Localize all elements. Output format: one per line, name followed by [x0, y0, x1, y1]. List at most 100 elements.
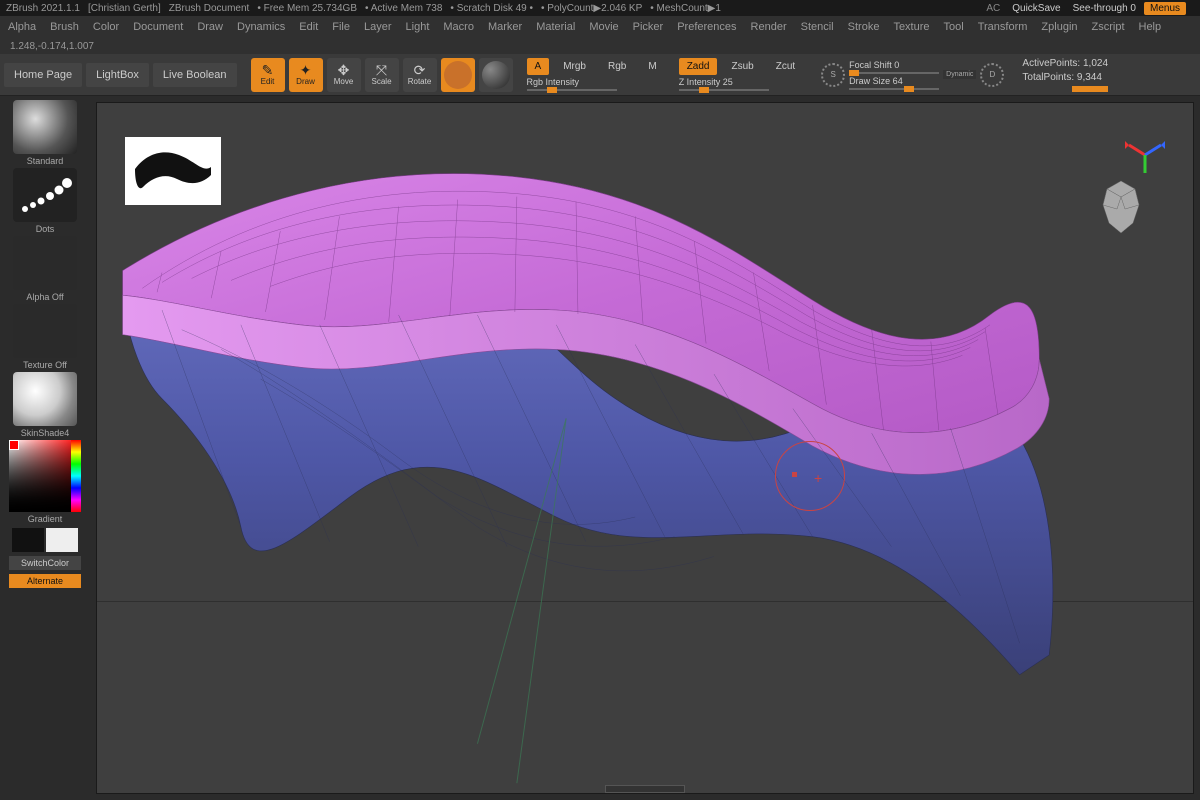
- doc-name: ZBrush Document: [169, 3, 250, 14]
- menu-file[interactable]: File: [332, 21, 350, 33]
- free-mem: • Free Mem 25.734GB: [257, 3, 357, 14]
- material-thumb-icon: [13, 372, 77, 426]
- zsub-button[interactable]: Zsub: [723, 58, 761, 75]
- reference-thumbnail[interactable]: [125, 137, 221, 205]
- app-name: ZBrush 2021.1.1: [6, 3, 80, 14]
- coordinate-readout: 1.248,-0.174,1.007: [0, 38, 1200, 54]
- menu-light[interactable]: Light: [406, 21, 430, 33]
- stats-bar-icon: [1072, 86, 1108, 92]
- menu-document[interactable]: Document: [133, 21, 183, 33]
- tab-home[interactable]: Home Page: [4, 63, 82, 87]
- brush-size-widget-s[interactable]: S: [821, 63, 845, 87]
- draw-mode-button[interactable]: ✦Draw: [289, 58, 323, 92]
- scratch-disk: • Scratch Disk 49 •: [450, 3, 533, 14]
- texture-slot[interactable]: Texture Off: [9, 304, 81, 370]
- rgb-intensity-slider[interactable]: Rgb Intensity: [527, 77, 665, 91]
- menu-dynamics[interactable]: Dynamics: [237, 21, 285, 33]
- seethrough-slider[interactable]: See-through 0: [1073, 3, 1136, 14]
- point-stats: ActivePoints: 1,024 TotalPoints: 9,344: [1022, 58, 1108, 92]
- total-points: TotalPoints: 9,344: [1022, 72, 1108, 83]
- alternate-button[interactable]: Alternate: [9, 574, 81, 588]
- stroke-slot[interactable]: Dots: [9, 168, 81, 234]
- menu-marker[interactable]: Marker: [488, 21, 522, 33]
- menu-edit[interactable]: Edit: [299, 21, 318, 33]
- alpha-slot[interactable]: Alpha Off: [9, 236, 81, 302]
- alpha-thumb-icon: [13, 236, 77, 290]
- menu-color[interactable]: Color: [93, 21, 119, 33]
- zadd-button[interactable]: Zadd: [679, 58, 718, 75]
- camera-head-gizmo-icon[interactable]: [1095, 179, 1147, 237]
- menu-zscript[interactable]: Zscript: [1092, 21, 1125, 33]
- stroke-thumb-icon: [13, 168, 77, 222]
- zcut-button[interactable]: Zcut: [768, 58, 803, 75]
- top-toolbar: Home Page LightBox Live Boolean ✎Edit ✦D…: [0, 54, 1200, 96]
- active-points: ActivePoints: 1,024: [1022, 58, 1108, 69]
- rotate-mode-button[interactable]: ⟳Rotate: [403, 58, 437, 92]
- dynamic-toggle[interactable]: Dynamic: [943, 70, 976, 79]
- material-slot[interactable]: SkinShade4: [9, 372, 81, 438]
- menu-material[interactable]: Material: [536, 21, 575, 33]
- color-picker-icon[interactable]: [9, 440, 81, 512]
- texture-thumb-icon: [13, 304, 77, 358]
- brush-size-widget-d[interactable]: D: [980, 63, 1004, 87]
- color-picker[interactable]: Gradient: [9, 440, 81, 524]
- color-swatches[interactable]: [12, 528, 78, 552]
- circle-icon: [444, 61, 472, 89]
- menu-transform[interactable]: Transform: [978, 21, 1028, 33]
- swatch-secondary[interactable]: [12, 528, 44, 552]
- viewport[interactable]: [96, 102, 1194, 794]
- mesh-object[interactable]: [97, 103, 1193, 793]
- mrgb-button[interactable]: Mrgb: [555, 58, 594, 75]
- axis-gizmo-icon[interactable]: [1125, 135, 1165, 175]
- switch-color-button[interactable]: SwitchColor: [9, 556, 81, 570]
- sphere-icon: [482, 61, 510, 89]
- menu-zplugin[interactable]: Zplugin: [1041, 21, 1077, 33]
- swatch-primary[interactable]: [46, 528, 78, 552]
- menu-movie[interactable]: Movie: [589, 21, 618, 33]
- user-name: [Christian Gerth]: [88, 3, 161, 14]
- menu-preferences[interactable]: Preferences: [677, 21, 736, 33]
- menu-stroke[interactable]: Stroke: [848, 21, 880, 33]
- menu-alpha[interactable]: Alpha: [8, 21, 36, 33]
- menu-layer[interactable]: Layer: [364, 21, 392, 33]
- scale-mode-button[interactable]: ⤧Scale: [365, 58, 399, 92]
- timeline-scrubber[interactable]: [605, 785, 685, 793]
- left-sidebar: Standard Dots Alpha Off Texture Off Skin…: [0, 96, 90, 800]
- menu-bar: Alpha Brush Color Document Draw Dynamics…: [0, 16, 1200, 38]
- a-button[interactable]: A: [527, 58, 550, 75]
- menu-render[interactable]: Render: [751, 21, 787, 33]
- rgb-button[interactable]: Rgb: [600, 58, 634, 75]
- tab-liveboolean[interactable]: Live Boolean: [153, 63, 237, 87]
- z-intensity-slider[interactable]: Z Intensity 25: [679, 77, 803, 91]
- move-icon: ✥: [338, 63, 350, 77]
- active-mem: • Active Mem 738: [365, 3, 442, 14]
- gizmo-button[interactable]: [441, 58, 475, 92]
- pencil-icon: ✎: [262, 63, 274, 77]
- draw-icon: ✦: [300, 63, 312, 77]
- menu-brush[interactable]: Brush: [50, 21, 79, 33]
- focal-shift-slider[interactable]: Focal Shift 0: [849, 60, 939, 74]
- menus-button[interactable]: Menus: [1144, 2, 1186, 15]
- brush-slot[interactable]: Standard: [9, 100, 81, 166]
- m-button[interactable]: M: [640, 58, 664, 75]
- mesh-count: • MeshCount▶1: [650, 3, 721, 14]
- title-bar: ZBrush 2021.1.1 [Christian Gerth] ZBrush…: [0, 0, 1200, 16]
- brush-thumb-icon: [13, 100, 77, 154]
- draw-size-slider[interactable]: Draw Size 64: [849, 76, 939, 90]
- rotate-icon: ⟳: [414, 63, 426, 77]
- scale-icon: ⤧: [376, 63, 387, 77]
- ac-label: AC: [986, 3, 1000, 14]
- menu-picker[interactable]: Picker: [633, 21, 664, 33]
- poly-count: • PolyCount▶2.046 KP: [541, 3, 642, 14]
- sculptris-button[interactable]: [479, 58, 513, 92]
- menu-help[interactable]: Help: [1139, 21, 1162, 33]
- edit-mode-button[interactable]: ✎Edit: [251, 58, 285, 92]
- quicksave-button[interactable]: QuickSave: [1012, 3, 1060, 14]
- menu-draw[interactable]: Draw: [197, 21, 223, 33]
- menu-stencil[interactable]: Stencil: [801, 21, 834, 33]
- menu-tool[interactable]: Tool: [944, 21, 964, 33]
- move-mode-button[interactable]: ✥Move: [327, 58, 361, 92]
- menu-texture[interactable]: Texture: [893, 21, 929, 33]
- tab-lightbox[interactable]: LightBox: [86, 63, 149, 87]
- menu-macro[interactable]: Macro: [443, 21, 474, 33]
